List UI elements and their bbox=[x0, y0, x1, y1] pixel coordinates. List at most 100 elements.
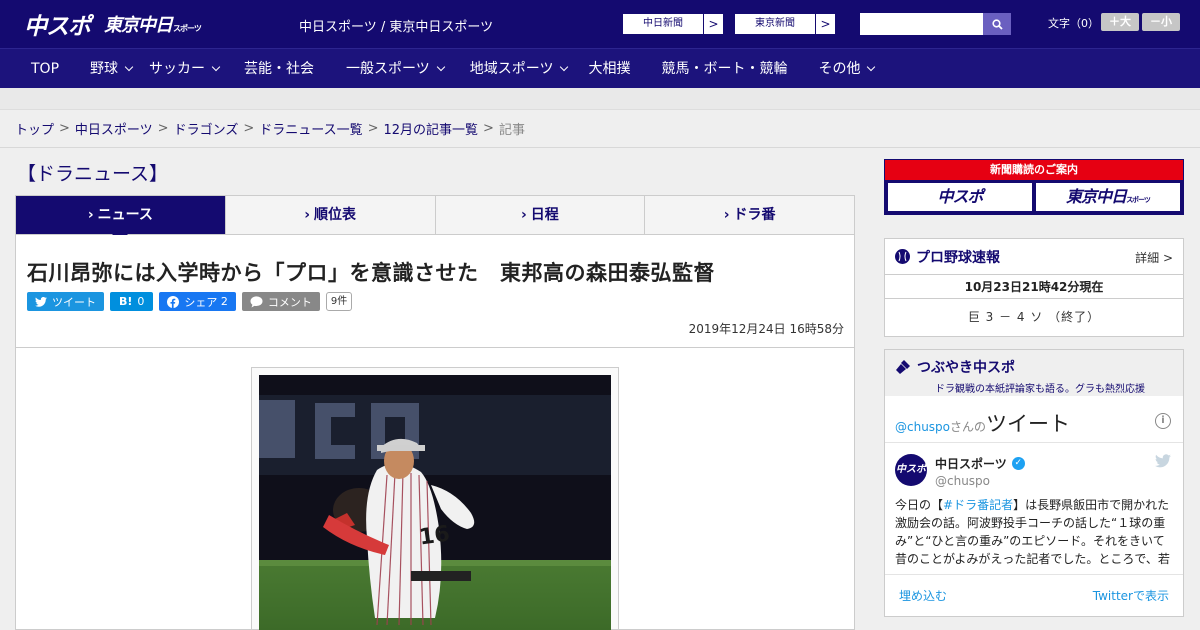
tab-dora-ban[interactable]: › ドラ番 bbox=[645, 196, 854, 234]
info-icon[interactable]: i bbox=[1155, 413, 1171, 429]
chevron-right-icon: › bbox=[520, 207, 527, 223]
tab-label: 順位表 bbox=[314, 207, 357, 223]
avatar[interactable]: 中スポ bbox=[895, 454, 927, 486]
game-score[interactable]: 巨 3 － 4 ソ （終了） bbox=[885, 299, 1183, 336]
tweet-button[interactable]: ツイート bbox=[27, 292, 104, 311]
article-photo[interactable]: 16 bbox=[259, 375, 611, 630]
chevron-down-icon bbox=[124, 62, 134, 72]
site-name[interactable]: 中日スポーツ / 東京中日スポーツ bbox=[299, 16, 493, 35]
twitter-widget: つぶやき中スポ ドラ観戦の本紙評論家も語る。グラも熱烈応援 @chuspoさんの… bbox=[884, 349, 1184, 617]
nav-soccer[interactable]: サッカー bbox=[149, 49, 221, 89]
nav-general-sports[interactable]: 一般スポーツ bbox=[346, 49, 445, 89]
font-smaller-button[interactable]: －小 bbox=[1142, 13, 1180, 31]
breadcrumb-separator: > bbox=[157, 121, 169, 136]
tweet-label: ツイート bbox=[52, 295, 96, 309]
breadcrumb-dora-news-list[interactable]: ドラニュース一覧 bbox=[259, 119, 362, 138]
nav-label: 大相撲 bbox=[588, 61, 631, 77]
scores-detail-link[interactable]: 詳細 > bbox=[1135, 249, 1173, 266]
facebook-count: 2 bbox=[220, 295, 228, 308]
promo-tokyo-small: スポーツ bbox=[1126, 196, 1151, 204]
nav-label: 地域スポーツ bbox=[469, 61, 554, 77]
nav-label: 競馬・ボート・競輪 bbox=[661, 61, 788, 77]
facebook-share-button[interactable]: シェア 2 bbox=[159, 292, 236, 311]
nav-racing[interactable]: 競馬・ボート・競輪 bbox=[661, 49, 787, 89]
tweets-by-header[interactable]: @chuspoさんのツイート bbox=[895, 408, 1070, 438]
article-photo-frame: 16 bbox=[251, 367, 619, 630]
chevron-right-icon: > bbox=[703, 14, 723, 34]
article-date: 2019年12月24日 16時58分 bbox=[688, 322, 844, 336]
nav-label: サッカー bbox=[149, 61, 206, 77]
nav-label: 野球 bbox=[90, 61, 119, 77]
divider bbox=[885, 574, 1183, 575]
tab-label: ドラ番 bbox=[733, 207, 776, 223]
chunichi-shimbun-link[interactable]: 中日新聞 > bbox=[622, 13, 724, 35]
promo-heading: 新聞購読のご案内 bbox=[885, 160, 1183, 180]
search-button[interactable] bbox=[983, 13, 1011, 35]
tweets-by-handle: @chuspo bbox=[895, 420, 951, 434]
nav-label: 一般スポーツ bbox=[346, 61, 430, 77]
site-logo[interactable]: 中スポ 東京中日スポーツ bbox=[24, 7, 202, 41]
nav-label: TOP bbox=[31, 61, 60, 77]
promo-tokyo-logo[interactable]: 東京中日スポーツ bbox=[1036, 183, 1180, 211]
tokyo-logo-text: 東京中日 bbox=[104, 15, 173, 36]
breadcrumb-chunichi-sports[interactable]: 中日スポーツ bbox=[75, 119, 153, 138]
breadcrumb-december-list[interactable]: 12月の記事一覧 bbox=[384, 119, 479, 138]
comment-count-badge[interactable]: 9件 bbox=[325, 292, 353, 311]
site-header: 中スポ 東京中日スポーツ 中日スポーツ / 東京中日スポーツ 中日新聞 > 東京… bbox=[0, 0, 1200, 48]
font-size-label: 文字（0） bbox=[1048, 17, 1099, 30]
pitcher-photo: 16 bbox=[259, 375, 611, 630]
tweets-title: つぶやき中スポ bbox=[917, 360, 1015, 376]
nav-local-sports[interactable]: 地域スポーツ bbox=[469, 49, 569, 89]
tab-standings[interactable]: › 順位表 bbox=[226, 196, 436, 234]
facebook-label: シェア bbox=[184, 295, 218, 309]
breadcrumb-current: 記事 bbox=[498, 123, 525, 138]
hatena-bookmark-button[interactable]: B! 0 bbox=[110, 292, 154, 311]
article: 石川昂弥には入学時から「プロ」を意識させた 東邦高の森田泰弘監督 ツイート B!… bbox=[15, 235, 855, 630]
tweet-text: 今日の【#ドラ番記者】は長野県飯田市で開かれた激励会の話。阿波野投手コーチの話し… bbox=[895, 496, 1175, 568]
twitter-bird-icon[interactable] bbox=[1155, 454, 1171, 468]
nav-other[interactable]: その他 bbox=[818, 49, 876, 89]
breadcrumb-separator: > bbox=[483, 121, 494, 136]
chevron-right-icon: > bbox=[815, 14, 835, 34]
tweet-author-name[interactable]: 中日スポーツ ✓ bbox=[935, 455, 1025, 472]
comment-button[interactable]: コメント bbox=[241, 292, 320, 311]
divider bbox=[885, 442, 1183, 443]
nav-label: 芸能・社会 bbox=[244, 61, 315, 77]
view-on-twitter-link[interactable]: Twitterで表示 bbox=[1093, 587, 1169, 604]
breadcrumb-dragons[interactable]: ドラゴンズ bbox=[174, 119, 239, 138]
tokyo-chunichi-logo[interactable]: 東京中日スポーツ bbox=[104, 11, 202, 37]
scores-timestamp: 10月23日21時42分現在 bbox=[885, 275, 1183, 299]
divider bbox=[16, 347, 854, 348]
section-tabs: › ニュース › 順位表 › 日程 › ドラ番 bbox=[15, 195, 855, 242]
tweet-text-1: 今日の【 bbox=[895, 498, 944, 512]
nav-baseball[interactable]: 野球 bbox=[90, 49, 134, 89]
search-input[interactable] bbox=[860, 13, 983, 35]
hatena-count: 0 bbox=[137, 295, 145, 308]
tab-schedule[interactable]: › 日程 bbox=[436, 196, 646, 234]
tab-label: ニュース bbox=[97, 207, 153, 223]
hashtag-link[interactable]: #ドラ番記者 bbox=[943, 498, 1013, 512]
breadcrumb-separator: > bbox=[59, 121, 70, 136]
nav-entertainment[interactable]: 芸能・社会 bbox=[244, 49, 314, 89]
verified-badge-icon: ✓ bbox=[1011, 457, 1025, 470]
tokyo-shimbun-link[interactable]: 東京新聞 > bbox=[734, 13, 836, 35]
tab-news[interactable]: › ニュース bbox=[16, 196, 226, 242]
nav-label: その他 bbox=[818, 61, 861, 77]
ext-link-label: 中日新聞 bbox=[643, 18, 683, 29]
chuspo-logo[interactable]: 中スポ bbox=[24, 7, 91, 41]
promo-chuspo-logo[interactable]: 中スポ bbox=[888, 183, 1032, 211]
scores-title: プロ野球速報 bbox=[916, 249, 1000, 266]
nav-sumo[interactable]: 大相撲 bbox=[588, 49, 630, 89]
tweet-author-handle[interactable]: @chuspo bbox=[935, 474, 990, 488]
font-larger-button[interactable]: ＋大 bbox=[1101, 13, 1139, 31]
pro-baseball-scores: プロ野球速報 詳細 > 10月23日21時42分現在 巨 3 － 4 ソ （終了… bbox=[884, 238, 1184, 337]
article-headline: 石川昂弥には入学時から「プロ」を意識させた 東邦高の森田泰弘監督 bbox=[27, 261, 715, 285]
breadcrumb-top[interactable]: トップ bbox=[15, 119, 54, 138]
comment-label: コメント bbox=[267, 295, 312, 309]
subscription-promo[interactable]: 新聞購読のご案内 中スポ 東京中日スポーツ bbox=[884, 159, 1184, 215]
nav-top[interactable]: TOP bbox=[31, 49, 59, 89]
tab-label: 日程 bbox=[530, 207, 559, 223]
baseball-icon bbox=[895, 249, 910, 264]
chevron-right-icon: › bbox=[87, 207, 94, 223]
embed-link[interactable]: 埋め込む bbox=[899, 587, 947, 604]
